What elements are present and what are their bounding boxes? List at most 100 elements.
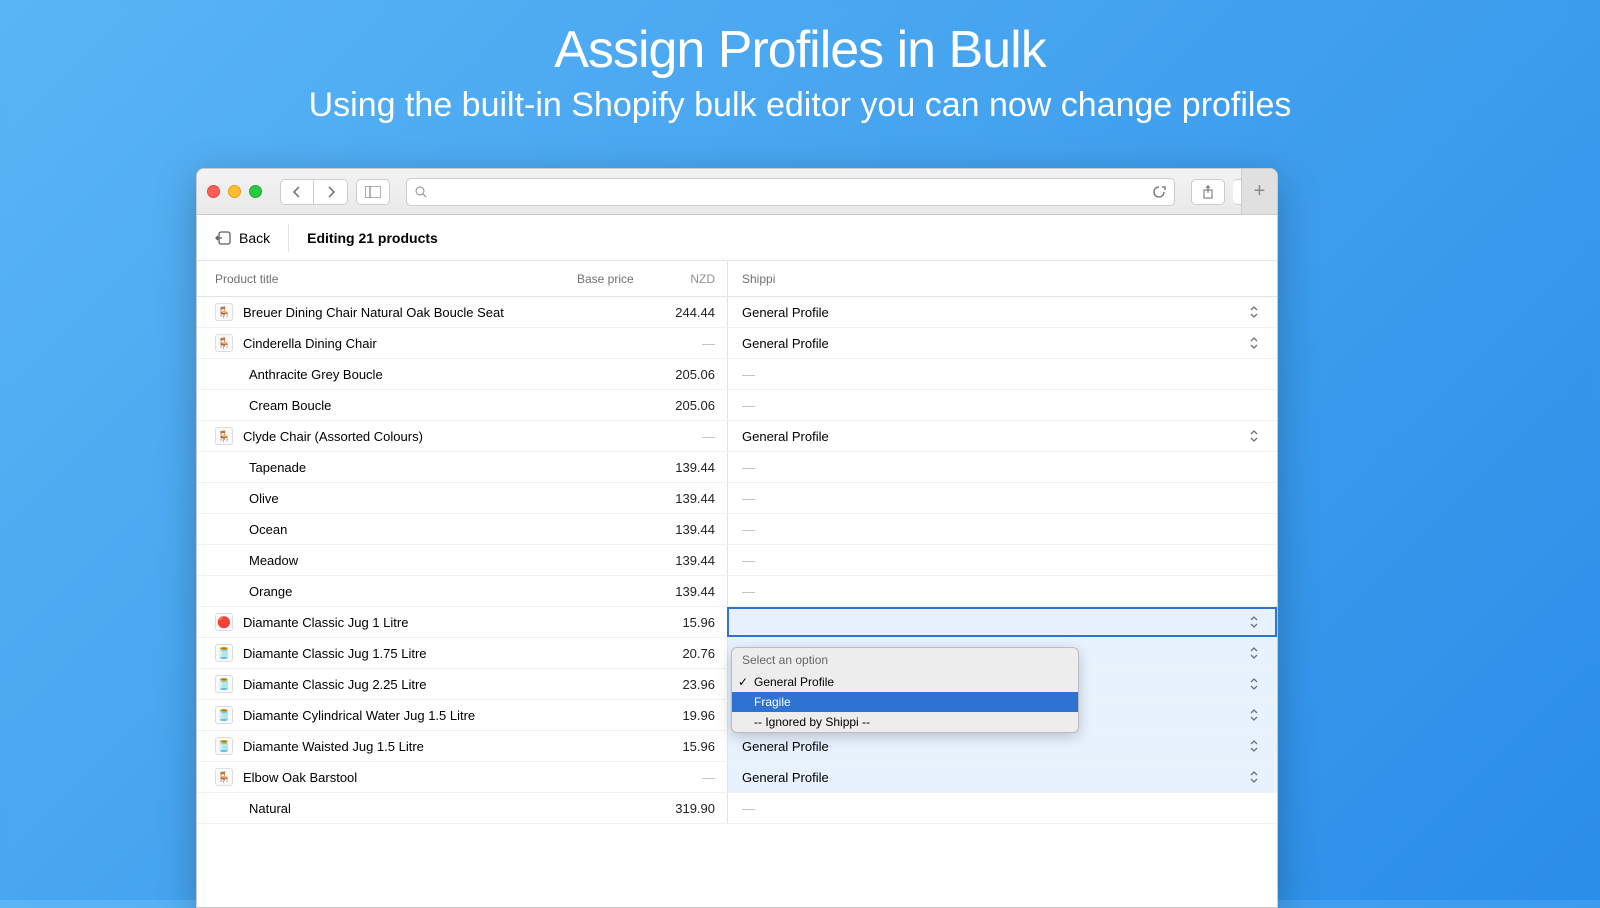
hero-subtitle: Using the built-in Shopify bulk editor y… <box>0 86 1600 125</box>
profile-cell[interactable]: — <box>727 793 1277 823</box>
dropdown-placeholder: Select an option <box>732 648 1078 672</box>
profile-cell[interactable]: — <box>727 483 1277 513</box>
top-bar: Back Editing 21 products <box>197 215 1277 261</box>
table-row[interactable]: Meadow 139.44— <box>197 545 1277 576</box>
product-title: Orange <box>249 584 292 599</box>
header-shippi: Shippi <box>727 261 1277 296</box>
profile-cell[interactable]: — <box>727 359 1277 389</box>
close-icon[interactable] <box>207 185 220 198</box>
profile-cell[interactable]: General Profile <box>727 328 1277 358</box>
table-row[interactable]: Natural319.90— <box>197 793 1277 824</box>
back-button[interactable] <box>280 179 314 205</box>
sort-icon <box>1249 336 1259 350</box>
profile-value: General Profile <box>742 770 829 785</box>
dropdown-option[interactable]: Fragile <box>732 692 1078 712</box>
profile-value: General Profile <box>742 305 829 320</box>
sidebar-toggle[interactable] <box>356 179 390 205</box>
nav-buttons <box>280 179 348 205</box>
traffic-lights <box>207 185 262 198</box>
sort-icon <box>1249 708 1259 722</box>
product-title: Ocean <box>249 522 287 537</box>
back-label: Back <box>239 230 270 246</box>
table-row[interactable]: Olive 139.44— <box>197 483 1277 514</box>
sort-icon <box>1249 305 1259 319</box>
profile-cell[interactable]: — <box>727 390 1277 420</box>
dropdown-option[interactable]: General Profile <box>732 672 1078 692</box>
rows-container: 🪑 Breuer Dining Chair Natural Oak Boucle … <box>197 297 1277 824</box>
product-title: Diamante Classic Jug 2.25 Litre <box>243 677 427 692</box>
profile-dropdown[interactable]: Select an option General ProfileFragile-… <box>731 647 1079 733</box>
price-cell[interactable]: 20.76 <box>577 646 727 661</box>
profile-cell[interactable]: General Profile <box>727 762 1277 792</box>
price-cell[interactable]: 15.96 <box>577 739 727 754</box>
product-thumb: 🪑 <box>215 427 233 445</box>
price-cell[interactable]: — <box>577 336 727 351</box>
price-cell[interactable]: — <box>577 429 727 444</box>
reload-icon[interactable] <box>1152 185 1166 199</box>
table-row[interactable]: Tapenade 139.44— <box>197 452 1277 483</box>
product-thumb: 🔴 <box>215 613 233 631</box>
product-title: Olive <box>249 491 279 506</box>
sort-icon <box>1249 677 1259 691</box>
price-cell[interactable]: 205.06 <box>577 367 727 382</box>
share-button[interactable] <box>1191 179 1225 205</box>
profile-cell[interactable]: — <box>727 514 1277 544</box>
sort-icon <box>1249 429 1259 443</box>
product-thumb: 🪑 <box>215 768 233 786</box>
product-title: Clyde Chair (Assorted Colours) <box>243 429 423 444</box>
profile-cell[interactable]: General Profile <box>727 731 1277 761</box>
titlebar <box>197 169 1277 215</box>
browser-window: + Back Editing 21 products Product title… <box>196 168 1278 908</box>
sort-icon <box>1249 646 1259 660</box>
forward-button[interactable] <box>314 179 348 205</box>
product-title: Tapenade <box>249 460 306 475</box>
table-row[interactable]: Orange 139.44— <box>197 576 1277 607</box>
price-cell[interactable]: 139.44 <box>577 460 727 475</box>
profile-cell[interactable]: — <box>727 452 1277 482</box>
profile-value: General Profile <box>742 336 829 351</box>
profile-cell[interactable]: — <box>727 545 1277 575</box>
zoom-icon[interactable] <box>249 185 262 198</box>
product-title: Breuer Dining Chair Natural Oak Boucle S… <box>243 305 504 320</box>
header-product-title: Product title <box>197 272 577 286</box>
back-icon <box>215 231 231 245</box>
url-bar[interactable] <box>406 178 1175 206</box>
table-row[interactable]: Cream Boucle205.06— <box>197 390 1277 421</box>
table-row[interactable]: 🪑 Clyde Chair (Assorted Colours) —General … <box>197 421 1277 452</box>
table-row[interactable]: 🪑Elbow Oak Barstool—General Profile <box>197 762 1277 793</box>
price-cell[interactable]: 244.44 <box>577 305 727 320</box>
profile-value: General Profile <box>742 739 829 754</box>
price-cell[interactable]: 139.44 <box>577 522 727 537</box>
dropdown-option[interactable]: -- Ignored by Shippi -- <box>732 712 1078 732</box>
table-row[interactable]: 🪑Cinderella Dining Chair—General Profile <box>197 328 1277 359</box>
price-cell[interactable]: 19.96 <box>577 708 727 723</box>
price-cell[interactable]: — <box>577 770 727 785</box>
profile-cell[interactable] <box>727 607 1277 637</box>
price-cell[interactable]: 139.44 <box>577 584 727 599</box>
search-icon <box>415 186 427 198</box>
profile-cell[interactable]: General Profile <box>727 421 1277 451</box>
hero: Assign Profiles in Bulk Using the built-… <box>0 0 1600 125</box>
price-cell[interactable]: 15.96 <box>577 615 727 630</box>
product-thumb: 🪑 <box>215 303 233 321</box>
price-cell[interactable]: 23.96 <box>577 677 727 692</box>
back-link[interactable]: Back <box>215 230 270 246</box>
header-base-price: Base price NZD <box>577 272 727 286</box>
profile-cell[interactable]: — <box>727 576 1277 606</box>
product-title: Meadow <box>249 553 298 568</box>
new-tab-button[interactable]: + <box>1241 169 1277 215</box>
price-cell[interactable]: 319.90 <box>577 801 727 816</box>
price-cell[interactable]: 139.44 <box>577 553 727 568</box>
sort-icon <box>1249 615 1259 629</box>
profile-cell[interactable]: General Profile <box>727 297 1277 327</box>
table-row[interactable]: Anthracite Grey Boucle205.06— <box>197 359 1277 390</box>
editing-count: Editing 21 products <box>307 230 438 246</box>
table-row[interactable]: 🫙Diamante Waisted Jug 1.5 Litre15.96Gene… <box>197 731 1277 762</box>
table-row[interactable]: Ocean 139.44— <box>197 514 1277 545</box>
price-cell[interactable]: 139.44 <box>577 491 727 506</box>
table-row[interactable]: 🔴Diamante Classic Jug 1 Litre15.96 <box>197 607 1277 638</box>
minimize-icon[interactable] <box>228 185 241 198</box>
product-title: Cinderella Dining Chair <box>243 336 377 351</box>
price-cell[interactable]: 205.06 <box>577 398 727 413</box>
table-row[interactable]: 🪑 Breuer Dining Chair Natural Oak Boucle … <box>197 297 1277 328</box>
